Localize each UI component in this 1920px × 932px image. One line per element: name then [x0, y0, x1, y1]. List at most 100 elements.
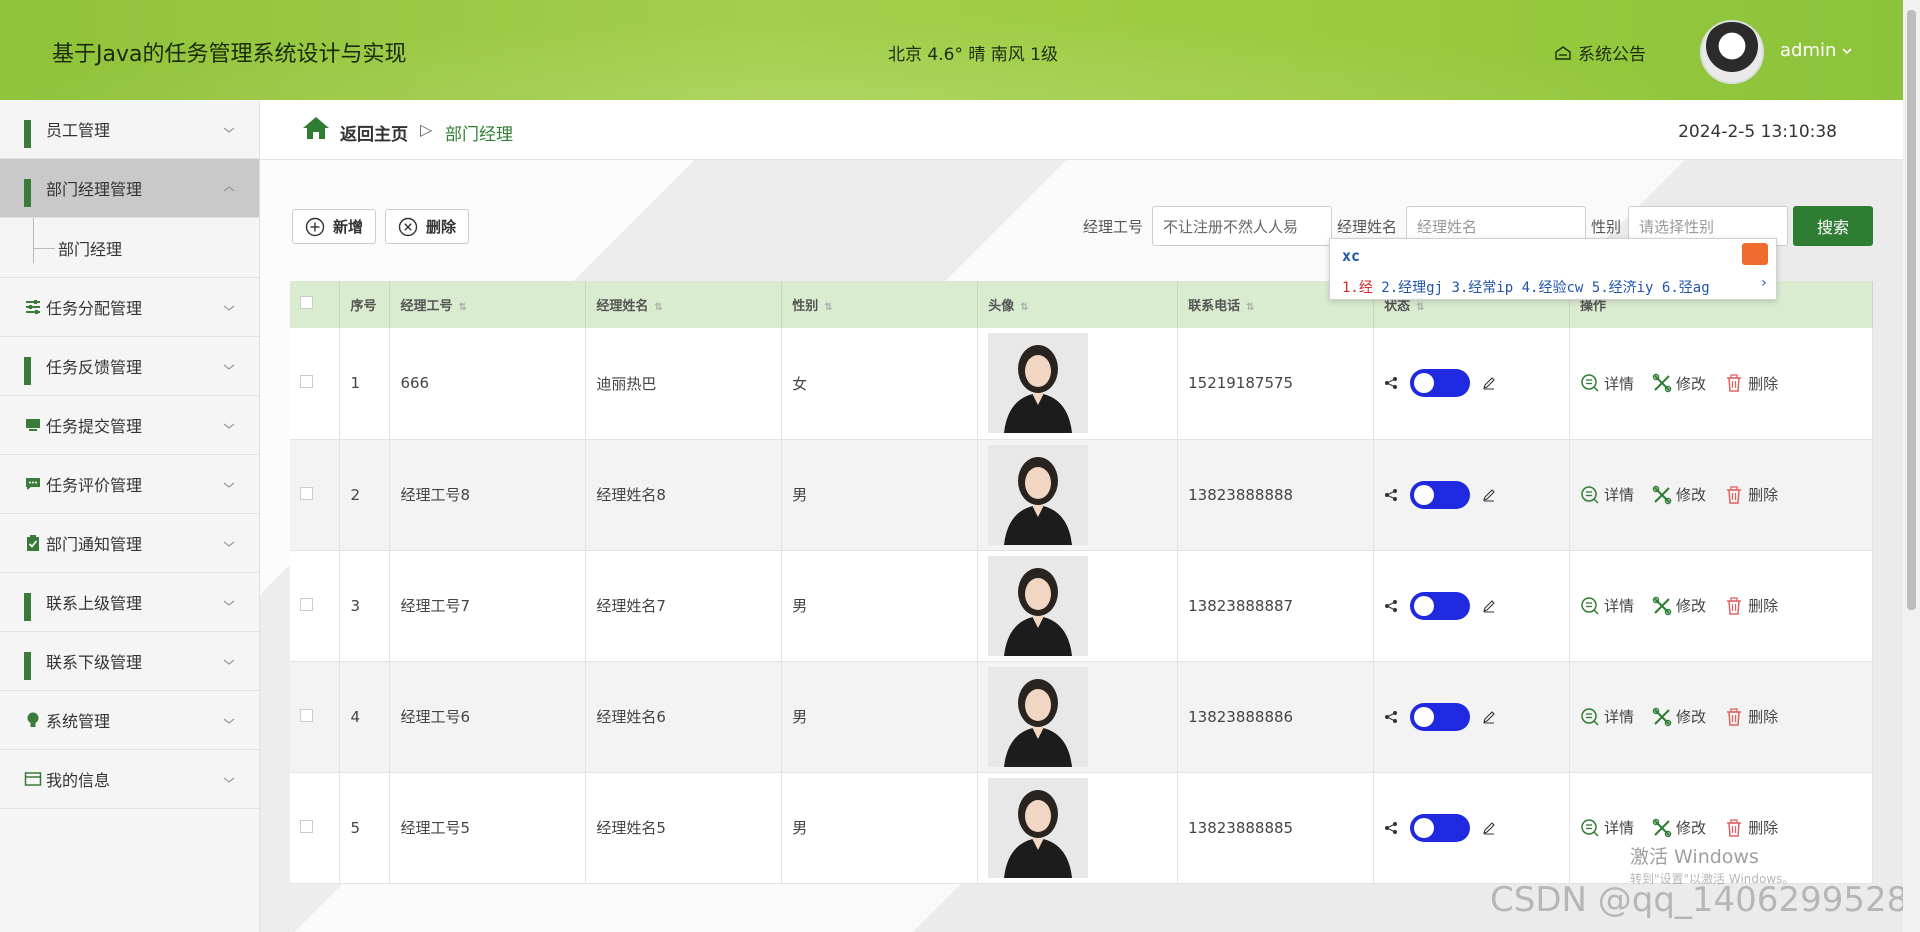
- avatar-photo[interactable]: [988, 666, 1089, 767]
- sort-icon[interactable]: ⇅: [458, 302, 466, 313]
- sidebar-subitem-manager[interactable]: 部门经理: [0, 218, 259, 278]
- ime-candidate[interactable]: 3.经常ip: [1451, 280, 1513, 296]
- cell-phone: 13823888886: [1177, 661, 1375, 773]
- ime-candidate[interactable]: 5.经济iy: [1592, 280, 1654, 296]
- row-select-cell[interactable]: [290, 328, 341, 440]
- pencil-icon[interactable]: [1482, 488, 1496, 502]
- sidebar-item-task-evaluate[interactable]: 任务评价管理: [0, 455, 259, 514]
- scrollbar-thumb[interactable]: [1907, 10, 1916, 610]
- detail-button[interactable]: 详情: [1580, 595, 1634, 616]
- row-delete-button[interactable]: 删除: [1724, 706, 1778, 727]
- pencil-icon[interactable]: [1482, 821, 1496, 835]
- sidebar-item-system[interactable]: 系统管理: [0, 691, 259, 750]
- row-delete-button[interactable]: 删除: [1724, 817, 1778, 838]
- col-header[interactable]: 经理工号 ⇅: [389, 281, 587, 328]
- sidebar-item-label: 系统管理: [46, 712, 111, 731]
- status-toggle[interactable]: [1410, 813, 1471, 842]
- status-toggle[interactable]: [1410, 702, 1471, 731]
- col-header[interactable]: 经理姓名 ⇅: [585, 281, 783, 328]
- row-select-cell[interactable]: [290, 772, 341, 884]
- chevron-down-icon: [223, 718, 235, 724]
- detail-button[interactable]: 详情: [1580, 484, 1634, 505]
- sidebar-item-dept-notice[interactable]: 部门通知管理: [0, 514, 259, 573]
- sidebar-item-manager[interactable]: 部门经理管理: [0, 159, 259, 218]
- select-all-checkbox[interactable]: [300, 296, 313, 309]
- system-notice-link[interactable]: 系统公告: [1554, 40, 1646, 65]
- col-header[interactable]: 性别 ⇅: [781, 281, 979, 328]
- ime-candidate[interactable]: 4.经验cw: [1522, 280, 1584, 296]
- sort-icon[interactable]: ⇅: [1416, 302, 1424, 313]
- ime-next-icon[interactable]: ›: [1760, 275, 1768, 291]
- avatar-photo[interactable]: [988, 777, 1089, 878]
- avatar-photo[interactable]: [988, 555, 1089, 656]
- search-button[interactable]: 搜索: [1793, 206, 1873, 246]
- plus-circle-icon: [305, 217, 325, 236]
- edit-button[interactable]: 修改: [1652, 595, 1706, 616]
- sidebar-item-label: 任务提交管理: [46, 417, 143, 436]
- edit-button[interactable]: 修改: [1652, 817, 1706, 838]
- edit-label: 修改: [1676, 708, 1707, 726]
- row-delete-button[interactable]: 删除: [1724, 373, 1778, 394]
- avatar-photo[interactable]: [988, 333, 1089, 434]
- home-icon[interactable]: [302, 116, 330, 140]
- sort-icon[interactable]: ⇅: [824, 302, 832, 313]
- pencil-icon[interactable]: [1482, 376, 1496, 390]
- sidebar-item-contact-superior[interactable]: 联系上级管理: [0, 573, 259, 632]
- user-avatar[interactable]: [1700, 20, 1764, 84]
- row-select-cell[interactable]: [290, 439, 341, 551]
- add-button[interactable]: 新增: [292, 209, 377, 244]
- row-checkbox[interactable]: [300, 819, 313, 833]
- detail-button[interactable]: 详情: [1580, 706, 1634, 727]
- sidebar-item-task-feedback[interactable]: 任务反馈管理: [0, 337, 259, 396]
- sort-icon[interactable]: ⇅: [654, 302, 662, 313]
- gender-label: 性别: [1591, 218, 1622, 236]
- detail-button[interactable]: 详情: [1580, 817, 1634, 838]
- sidebar-item-task-submit[interactable]: 任务提交管理: [0, 396, 259, 455]
- status-toggle[interactable]: [1410, 591, 1471, 620]
- cell-gender: 女: [781, 328, 979, 440]
- status-toggle[interactable]: [1410, 369, 1471, 398]
- user-menu[interactable]: admin: [1780, 40, 1852, 61]
- status-toggle[interactable]: [1410, 480, 1471, 509]
- avatar-photo[interactable]: [988, 444, 1089, 545]
- delete-button[interactable]: 删除: [385, 209, 470, 244]
- row-delete-button[interactable]: 删除: [1724, 595, 1778, 616]
- share-icon[interactable]: [1384, 376, 1398, 390]
- share-icon[interactable]: [1384, 821, 1398, 835]
- col-header[interactable]: 头像 ⇅: [977, 281, 1179, 328]
- gender-placeholder: 请选择性别: [1639, 217, 1715, 236]
- sidebar-item-task-assign[interactable]: 任务分配管理: [0, 278, 259, 337]
- sidebar-item-my-info[interactable]: 我的信息: [0, 750, 259, 809]
- detail-button[interactable]: 详情: [1580, 373, 1634, 394]
- page-scrollbar[interactable]: [1903, 0, 1920, 932]
- sidebar-item-contact-subordinate[interactable]: 联系下级管理: [0, 632, 259, 691]
- ime-candidate[interactable]: 2.经理gj: [1381, 280, 1443, 296]
- select-all-cell[interactable]: [290, 281, 341, 328]
- breadcrumb-home[interactable]: 返回主页: [340, 120, 408, 145]
- row-select-cell[interactable]: [290, 661, 341, 773]
- edit-button[interactable]: 修改: [1652, 706, 1706, 727]
- edit-button[interactable]: 修改: [1652, 484, 1706, 505]
- edit-button[interactable]: 修改: [1652, 373, 1706, 394]
- sort-icon[interactable]: ⇅: [1246, 302, 1254, 313]
- row-select-cell[interactable]: [290, 550, 341, 662]
- manager-id-input[interactable]: 不让注册不然人人易: [1152, 206, 1332, 246]
- pencil-icon[interactable]: [1482, 599, 1496, 613]
- col-header-label: 经理工号: [400, 299, 453, 314]
- share-icon[interactable]: [1384, 710, 1398, 724]
- pencil-icon[interactable]: [1482, 710, 1496, 724]
- share-icon[interactable]: [1384, 488, 1398, 502]
- row-checkbox[interactable]: [300, 708, 313, 722]
- ime-candidate[interactable]: 1.经: [1342, 280, 1373, 296]
- sidebar-item-staff[interactable]: 员工管理: [0, 100, 259, 159]
- share-icon[interactable]: [1384, 599, 1398, 613]
- row-checkbox[interactable]: [300, 375, 313, 389]
- row-delete-button[interactable]: 删除: [1724, 484, 1778, 505]
- edit-label: 修改: [1676, 486, 1707, 504]
- ime-candidate[interactable]: 6.弪ag: [1662, 280, 1710, 296]
- cell-ops: 详情 修改 删除: [1569, 439, 1873, 551]
- cell-manager-id: 经理工号6: [389, 661, 587, 773]
- row-checkbox[interactable]: [300, 486, 313, 500]
- row-checkbox[interactable]: [300, 597, 313, 611]
- sort-icon[interactable]: ⇅: [1020, 302, 1028, 313]
